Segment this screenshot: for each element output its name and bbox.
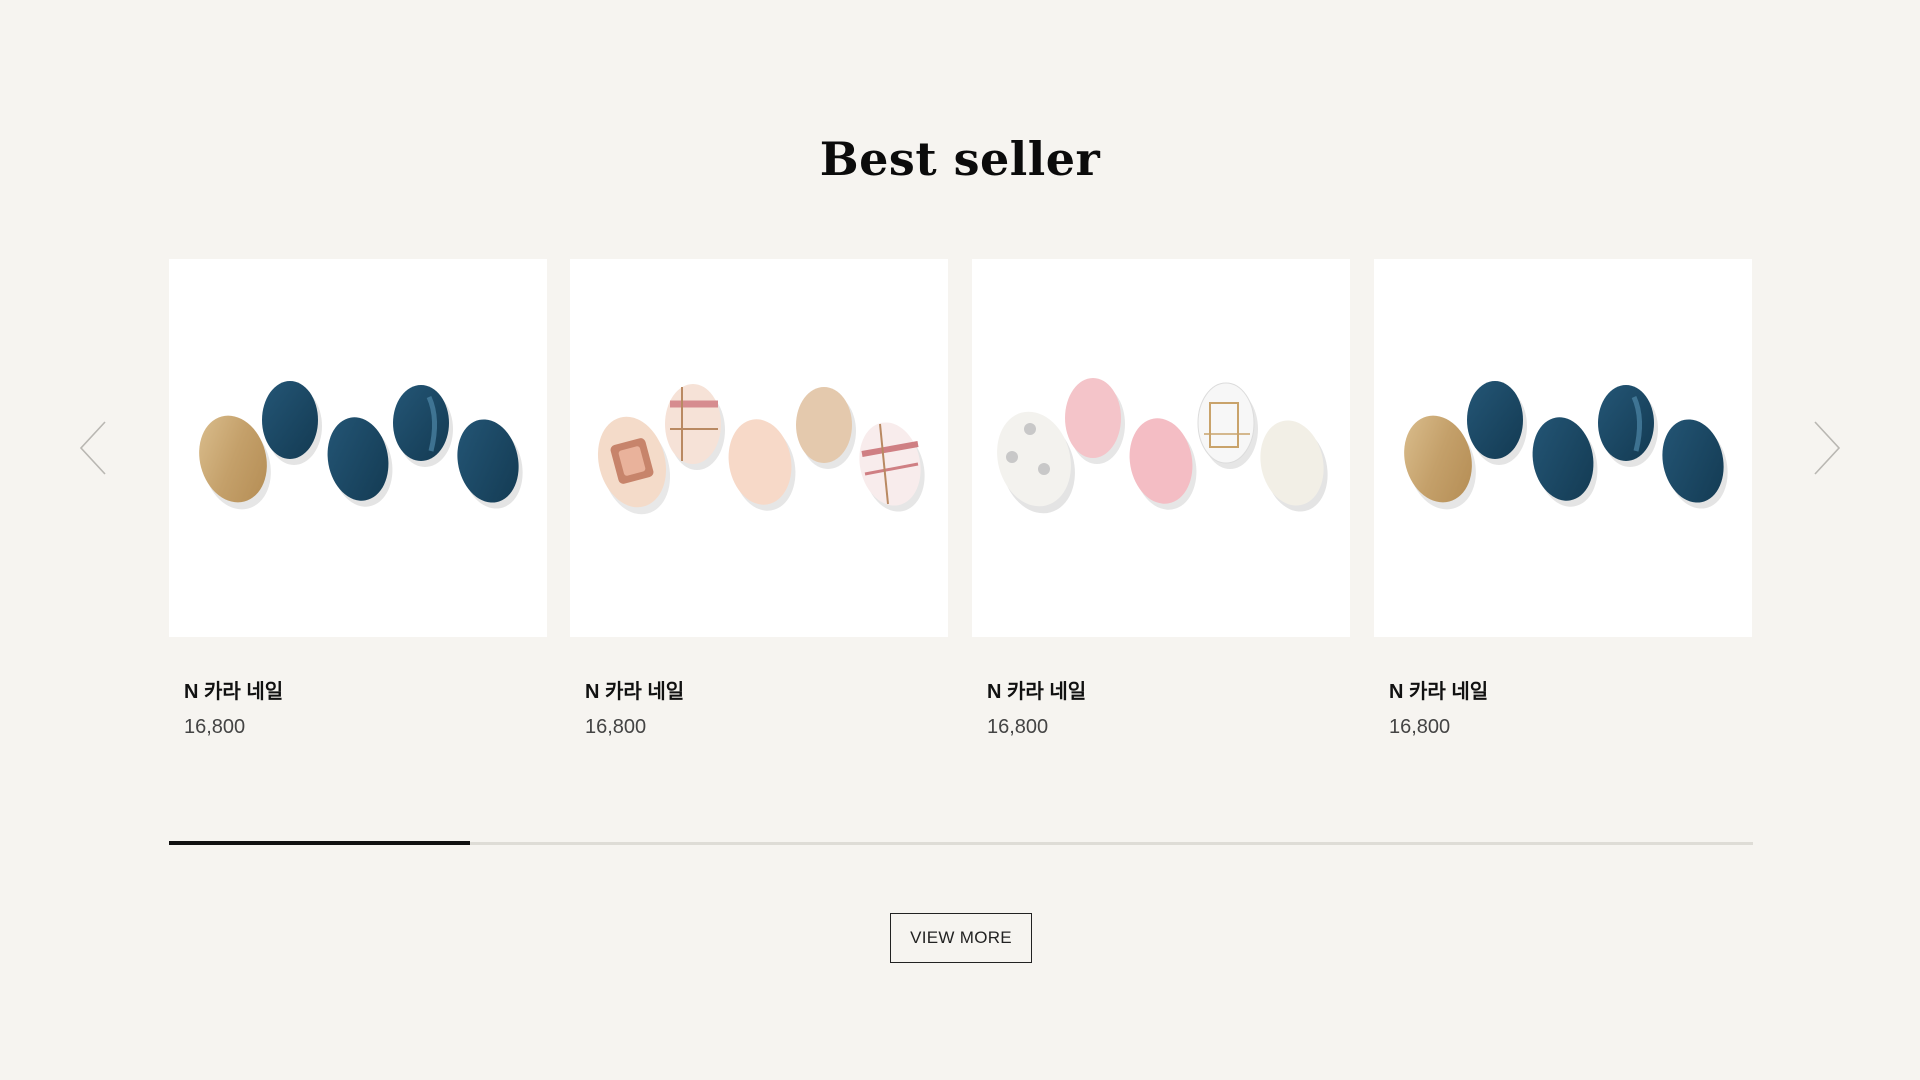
product-image-navy-gold-nails[interactable] — [1374, 259, 1752, 637]
product-name[interactable]: N 카라 네일 — [570, 679, 948, 705]
product-price: 16,800 — [1389, 716, 1451, 738]
product-card[interactable]: N 카라 네일 16,800 — [972, 259, 1350, 740]
view-more-button[interactable]: VIEW MORE — [890, 913, 1032, 963]
carousel-next-button[interactable] — [1812, 420, 1842, 476]
product-price: 16,800 — [987, 716, 1049, 738]
product-price: 16,800 — [184, 716, 246, 738]
chevron-right-icon — [1814, 421, 1841, 475]
carousel-prev-button[interactable] — [78, 420, 108, 476]
product-name[interactable]: N 카라 네일 — [169, 679, 547, 705]
product-card[interactable]: N 카라 네일 16,800 — [570, 259, 948, 740]
product-card[interactable]: N 카라 네일 16,800 — [1374, 259, 1752, 740]
chevron-left-icon — [79, 421, 106, 475]
carousel-progress-bar[interactable] — [169, 841, 1753, 845]
product-carousel: N 카라 네일 16,800 N 카라 네일 16,800 N 카라 네일 16… — [169, 259, 1753, 749]
product-name[interactable]: N 카라 네일 — [1374, 679, 1752, 705]
section-title: Best seller — [819, 132, 1101, 186]
product-image-navy-gold-nails[interactable] — [169, 259, 547, 637]
product-image-beige-check-nails[interactable] — [570, 259, 948, 637]
product-image-pink-white-nails[interactable] — [972, 259, 1350, 637]
product-name[interactable]: N 카라 네일 — [972, 679, 1350, 705]
product-price: 16,800 — [585, 716, 647, 738]
product-card[interactable]: N 카라 네일 16,800 — [169, 259, 547, 740]
carousel-progress-fill — [169, 841, 470, 845]
